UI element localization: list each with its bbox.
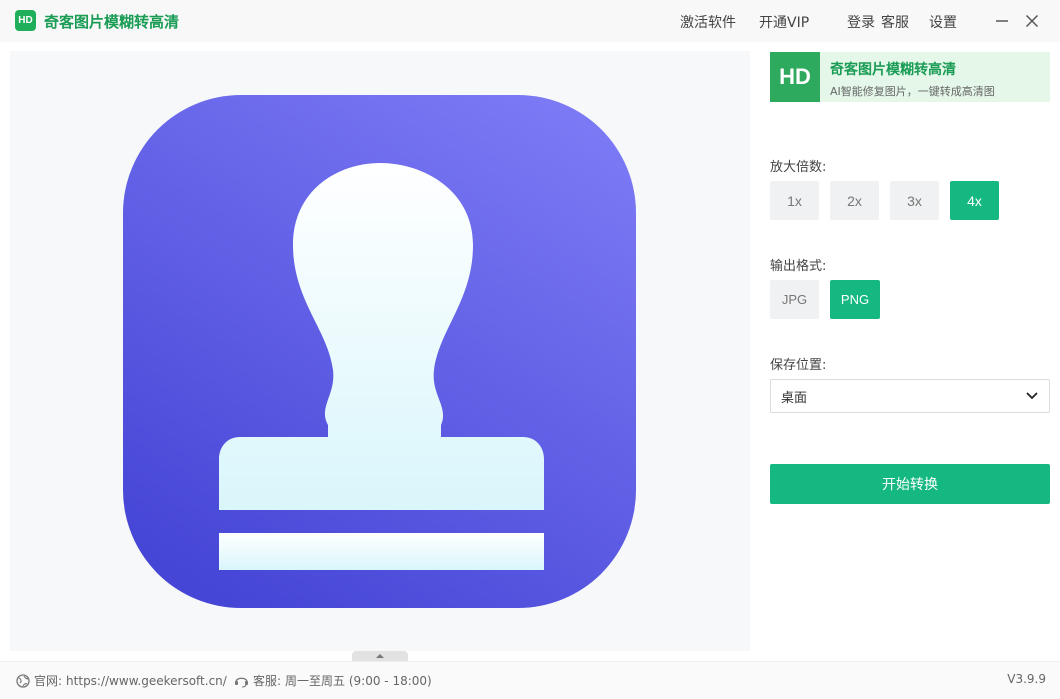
service-label: 客服: (253, 674, 282, 688)
website-label: 官网: (34, 674, 63, 688)
chevron-down-icon (1026, 392, 1038, 400)
menu-vip[interactable]: 开通VIP (759, 12, 847, 32)
close-button[interactable] (1022, 11, 1042, 31)
save-location-label: 保存位置: (770, 358, 827, 373)
website-url[interactable]: https://www.geekersoft.cn/ (66, 674, 227, 688)
menu-service[interactable]: 客服 (881, 12, 929, 32)
app-title: 奇客图片模糊转高清 (44, 13, 180, 31)
footer-service: 客服: 周一至周五 (9:00 - 18:00) (234, 672, 432, 689)
top-menu: 激活软件 开通VIP 登录 客服 设置 (680, 12, 969, 32)
product-banner: HD 奇客图片模糊转高清 AI智能修复图片，一键转成高清图 (770, 52, 1050, 102)
collapse-handle[interactable] (352, 651, 408, 661)
version-label: V3.9.9 (1007, 672, 1046, 686)
scale-option-1x[interactable]: 1x (770, 181, 819, 220)
format-option-jpg[interactable]: JPG (770, 280, 819, 319)
format-label: 输出格式: (770, 259, 827, 274)
format-option-png[interactable]: PNG (830, 280, 880, 319)
title-bar: HD 奇客图片模糊转高清 激活软件 开通VIP 登录 客服 设置 (0, 0, 1060, 42)
chevron-up-icon (376, 654, 384, 658)
footer: 官网: https://www.geekersoft.cn/ 客服: 周一至周五… (0, 661, 1060, 699)
image-preview-area[interactable] (10, 51, 750, 651)
scale-option-2x[interactable]: 2x (830, 181, 879, 220)
start-convert-button[interactable]: 开始转换 (770, 464, 1050, 504)
scale-label: 放大倍数: (770, 160, 827, 175)
banner-title: 奇客图片模糊转高清 (830, 62, 956, 78)
save-location-select[interactable]: 桌面 (770, 379, 1050, 413)
footer-website[interactable]: 官网: https://www.geekersoft.cn/ (16, 672, 227, 689)
menu-login[interactable]: 登录 (847, 12, 881, 32)
menu-activate[interactable]: 激活软件 (680, 12, 759, 32)
app-logo: HD (15, 10, 36, 31)
banner-subtitle: AI智能修复图片，一键转成高清图 (830, 85, 995, 98)
minimize-icon (996, 20, 1008, 22)
scale-option-4x[interactable]: 4x (950, 181, 999, 220)
headset-icon (235, 677, 248, 688)
hd-badge: HD (770, 52, 820, 102)
service-hours: 周一至周五 (9:00 - 18:00) (285, 674, 432, 688)
stamp-icon (123, 95, 636, 608)
scale-option-3x[interactable]: 3x (890, 181, 939, 220)
globe-icon (16, 673, 30, 688)
close-icon (1025, 14, 1039, 28)
menu-settings[interactable]: 设置 (929, 12, 969, 32)
minimize-button[interactable] (992, 11, 1012, 31)
save-location-value: 桌面 (781, 390, 808, 406)
